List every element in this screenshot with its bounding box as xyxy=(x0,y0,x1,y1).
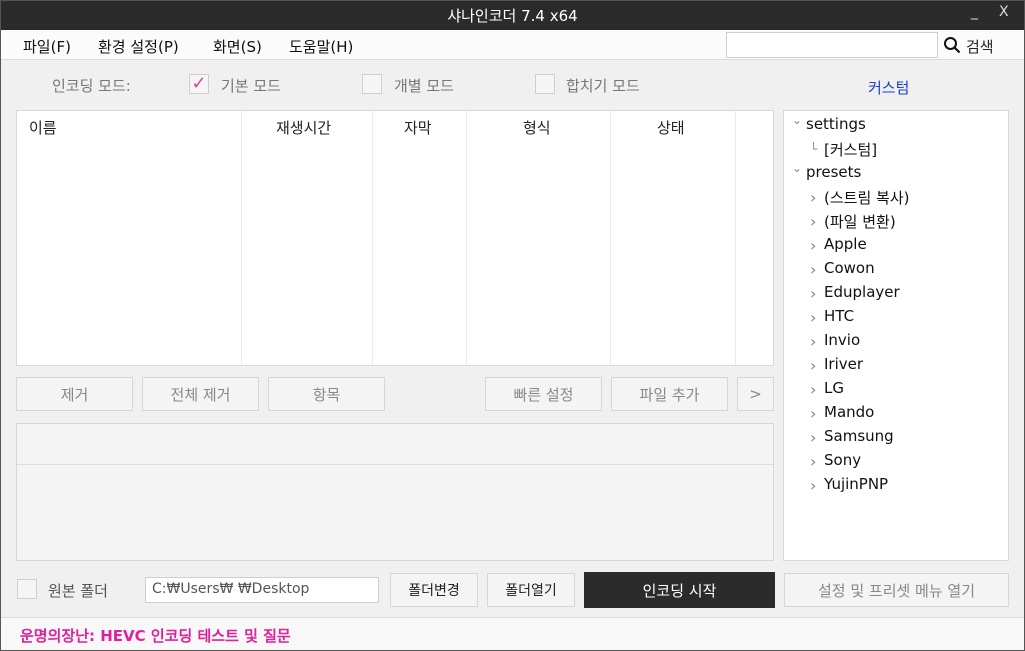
preset-tree[interactable]: ⌄ settings └ [커스텀] ⌄ presets › (스트림 복사) › (파일 변환)… xyxy=(783,110,1009,561)
column-divider[interactable] xyxy=(372,111,373,365)
column-header-subtitle[interactable]: 자막 xyxy=(404,117,432,138)
tree-node[interactable]: Eduplayer xyxy=(824,283,900,301)
tree-node[interactable]: LG xyxy=(824,379,844,397)
change-folder-button[interactable]: 폴더변경 xyxy=(390,573,478,607)
chevron-right-icon[interactable]: › xyxy=(810,476,816,495)
quick-settings-button[interactable]: 빠른 설정 xyxy=(485,377,602,411)
chevron-right-icon[interactable]: › xyxy=(810,260,816,279)
search-input[interactable] xyxy=(726,32,938,58)
column-divider[interactable] xyxy=(241,111,242,365)
more-button[interactable]: > xyxy=(737,377,774,411)
chevron-right-icon[interactable]: › xyxy=(810,308,816,327)
tree-node[interactable]: (파일 변환) xyxy=(824,211,896,232)
merge-mode-checkbox[interactable] xyxy=(535,74,555,94)
chevron-right-icon[interactable]: › xyxy=(810,428,816,447)
chevron-down-icon[interactable]: ⌄ xyxy=(792,113,802,127)
open-settings-menu-button[interactable]: 설정 및 프리셋 메뉴 열기 xyxy=(784,573,1009,607)
tree-node[interactable]: settings xyxy=(806,115,866,133)
tree-node[interactable]: Samsung xyxy=(824,427,894,445)
individual-mode-checkbox[interactable] xyxy=(362,74,382,94)
remove-button[interactable]: 제거 xyxy=(16,377,133,411)
menu-help[interactable]: 도움말(H) xyxy=(289,36,353,57)
status-message[interactable]: 운명의장난: HEVC 인코딩 테스트 및 질문 xyxy=(20,625,291,646)
chevron-right-icon[interactable]: › xyxy=(810,404,816,423)
tree-node[interactable]: presets xyxy=(806,163,861,181)
chevron-right-icon[interactable]: › xyxy=(810,380,816,399)
chevron-right-icon[interactable]: › xyxy=(810,212,816,231)
close-button[interactable]: X xyxy=(999,4,1009,20)
add-file-button[interactable]: 파일 추가 xyxy=(611,377,728,411)
tree-node[interactable]: Invio xyxy=(824,331,860,349)
status-bar: 운명의장난: HEVC 인코딩 테스트 및 질문 xyxy=(1,617,1024,650)
tree-node[interactable]: Mando xyxy=(824,403,874,421)
remove-all-button[interactable]: 전체 제거 xyxy=(142,377,259,411)
column-header-status[interactable]: 상태 xyxy=(657,117,685,138)
items-button[interactable]: 항목 xyxy=(268,377,385,411)
column-header-format[interactable]: 형식 xyxy=(523,117,551,138)
chevron-right-icon[interactable]: › xyxy=(810,332,816,351)
tree-node[interactable]: HTC xyxy=(824,307,854,325)
individual-mode-label[interactable]: 개별 모드 xyxy=(394,75,454,96)
chevron-right-icon[interactable]: › xyxy=(810,356,816,375)
column-header-duration[interactable]: 재생시간 xyxy=(276,117,331,138)
tree-node[interactable]: Sony xyxy=(824,451,861,469)
divider xyxy=(17,464,773,465)
merge-mode-label[interactable]: 합치기 모드 xyxy=(566,75,640,96)
tree-node[interactable]: Cowon xyxy=(824,259,875,277)
chevron-right-icon[interactable]: › xyxy=(810,284,816,303)
window-title: 샤나인코더 7.4 x64 xyxy=(447,7,578,25)
custom-link[interactable]: 커스텀 xyxy=(868,77,909,98)
open-folder-button[interactable]: 폴더열기 xyxy=(487,573,575,607)
menu-bar: 파일(F) 환경 설정(P) 화면(S) 도움말(H) 검색 xyxy=(1,30,1024,60)
search-button-label[interactable]: 검색 xyxy=(966,36,994,57)
encoding-mode-label: 인코딩 모드: xyxy=(52,77,131,95)
column-divider[interactable] xyxy=(610,111,611,365)
chevron-right-icon[interactable]: › xyxy=(810,236,816,255)
column-divider[interactable] xyxy=(466,111,467,365)
menu-file[interactable]: 파일(F) xyxy=(23,36,71,57)
tree-connector-icon: └ xyxy=(810,142,818,156)
minimize-button[interactable]: _ xyxy=(971,4,978,20)
chevron-right-icon[interactable]: › xyxy=(810,452,816,471)
tree-node[interactable]: Iriver xyxy=(824,355,863,373)
chevron-down-icon[interactable]: ⌄ xyxy=(792,161,802,175)
start-encoding-button[interactable]: 인코딩 시작 xyxy=(584,572,775,608)
basic-mode-checkbox[interactable]: ✓ xyxy=(189,74,209,94)
tree-node[interactable]: [커스텀] xyxy=(824,139,877,160)
tree-node[interactable]: (스트림 복사) xyxy=(824,187,909,208)
original-folder-checkbox[interactable] xyxy=(17,579,37,599)
tree-node[interactable]: Apple xyxy=(824,235,867,253)
log-panel xyxy=(16,423,774,561)
menu-preferences[interactable]: 환경 설정(P) xyxy=(98,36,179,57)
menu-view[interactable]: 화면(S) xyxy=(213,36,262,57)
column-divider[interactable] xyxy=(735,111,736,365)
basic-mode-label[interactable]: 기본 모드 xyxy=(221,75,281,96)
tree-node[interactable]: YujinPNP xyxy=(824,475,888,493)
title-bar: 샤나인코더 7.4 x64 _ X xyxy=(0,0,1025,30)
column-header-name[interactable]: 이름 xyxy=(29,117,57,138)
search-icon[interactable] xyxy=(943,36,961,54)
file-list[interactable]: 이름 재생시간 자막 형식 상태 xyxy=(16,110,774,366)
checkmark-icon: ✓ xyxy=(191,73,207,94)
chevron-right-icon[interactable]: › xyxy=(810,188,816,207)
output-folder-path[interactable]: C:₩Users₩ ₩Desktop xyxy=(145,577,379,603)
original-folder-label[interactable]: 원본 폴더 xyxy=(48,580,108,601)
